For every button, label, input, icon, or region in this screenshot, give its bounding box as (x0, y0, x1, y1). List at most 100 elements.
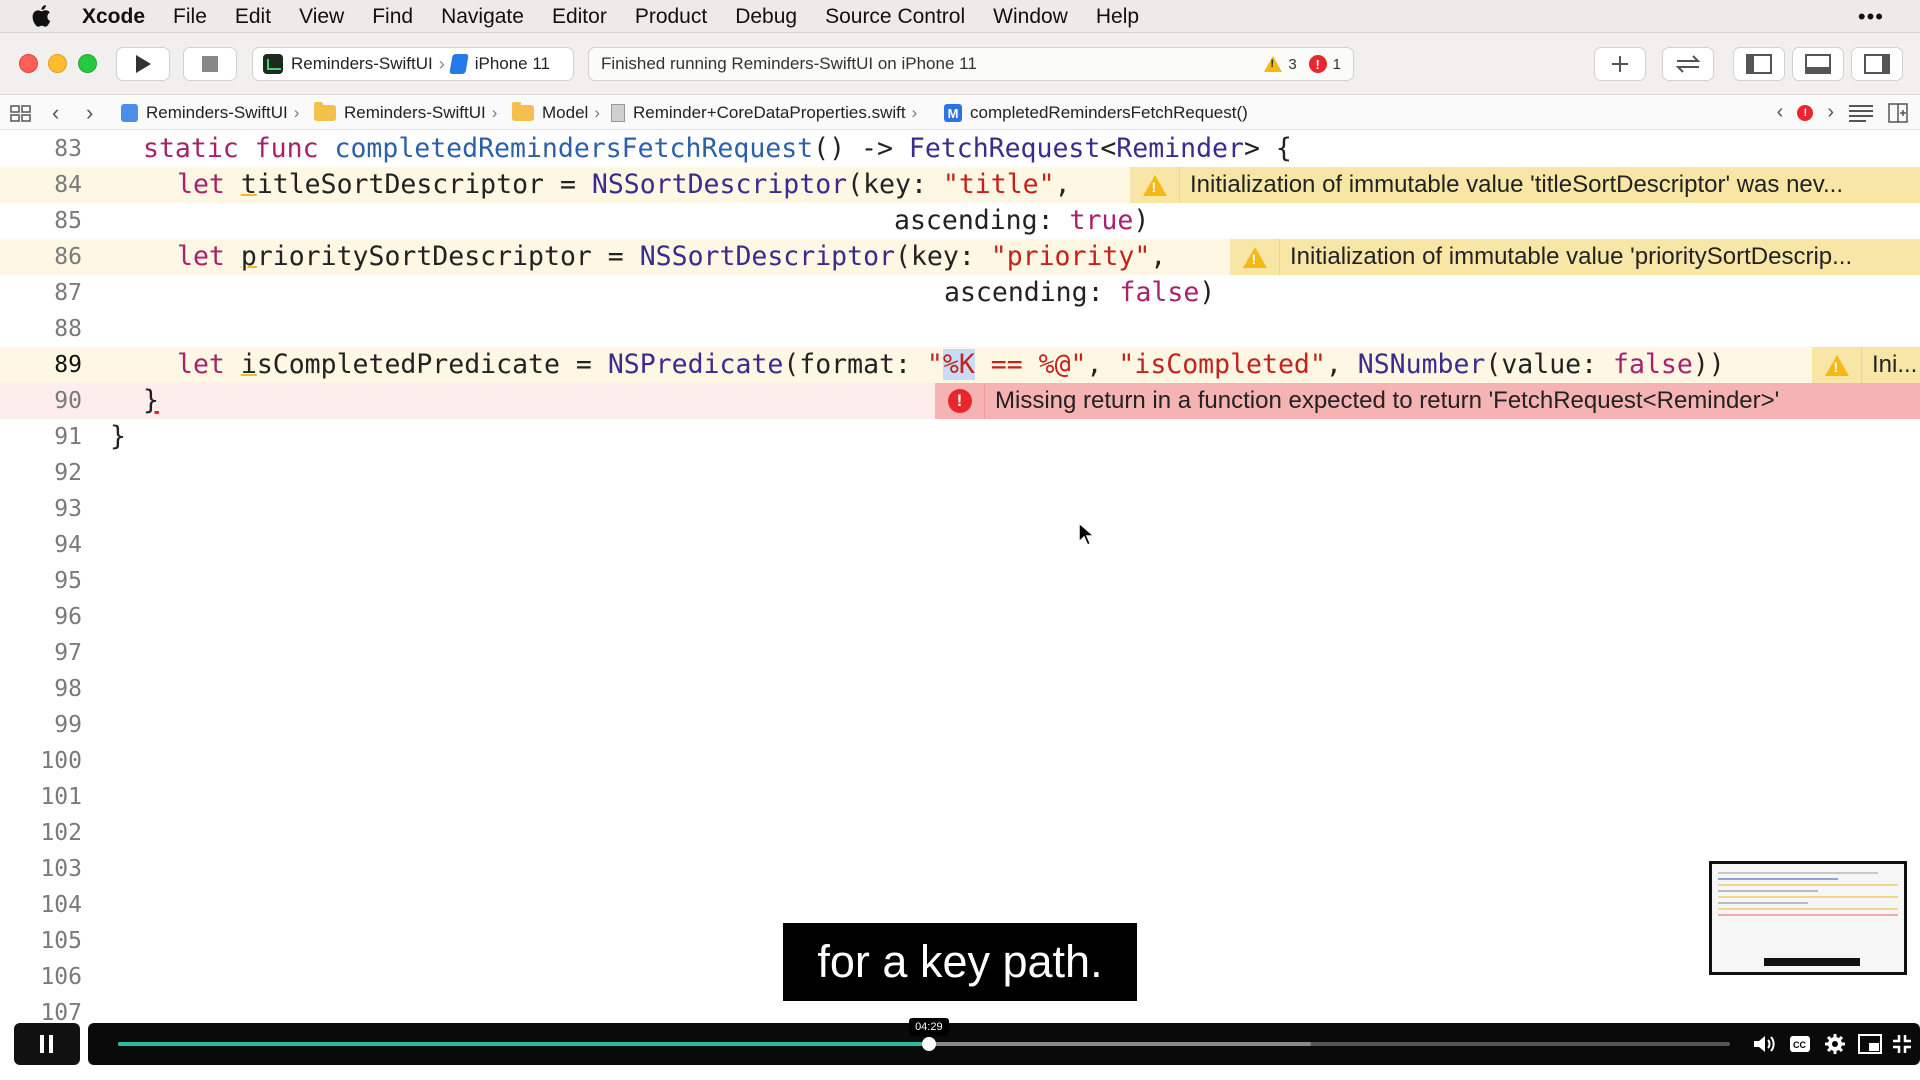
code-line[interactable]: 99 (0, 707, 1920, 743)
toggle-navigator-button[interactable] (1733, 47, 1785, 81)
breadcrumb-method[interactable]: M completedRemindersFetchRequest() (944, 103, 1248, 123)
chevron-right-icon: › (911, 103, 918, 122)
code-line[interactable]: 97 (0, 635, 1920, 671)
menu-edit[interactable]: Edit (235, 0, 271, 33)
menu-view[interactable]: View (299, 0, 344, 33)
closed-captions-icon[interactable]: CC (1788, 1032, 1812, 1056)
code-line[interactable]: 88 (0, 311, 1920, 347)
line-number: 93 (54, 496, 82, 522)
editor-options-icon[interactable] (1848, 104, 1874, 122)
menu-navigate[interactable]: Navigate (441, 0, 524, 33)
video-progress-bar[interactable]: 04:29 (118, 1018, 1730, 1051)
menu-bar: Xcode File Edit View Find Navigate Edito… (0, 0, 1920, 33)
code-line[interactable]: 100 (0, 743, 1920, 779)
exit-fullscreen-icon[interactable] (1890, 1032, 1914, 1056)
menu-product[interactable]: Product (635, 0, 707, 33)
close-window-button[interactable] (19, 54, 38, 73)
inline-warning-message[interactable]: Initialization of immutable value 'prior… (1230, 239, 1920, 275)
scheme-selector[interactable]: Reminders-SwiftUI › iPhone 11 (252, 47, 574, 81)
add-editor-icon[interactable] (1888, 102, 1908, 123)
more-menu-icon[interactable]: ••• (1858, 4, 1884, 30)
settings-gear-icon[interactable] (1823, 1032, 1847, 1056)
line-number-current: 89 (54, 352, 82, 378)
iphone-device-icon (448, 54, 469, 74)
line-number: 94 (54, 532, 82, 558)
stop-button[interactable] (183, 47, 237, 81)
code-line[interactable]: 92 (0, 455, 1920, 491)
menu-window[interactable]: Window (993, 0, 1068, 33)
code-line[interactable]: 103 (0, 851, 1920, 887)
menu-debug[interactable]: Debug (735, 0, 797, 33)
code-line-current[interactable]: 89 let isCompletedPredicate = NSPredicat… (0, 347, 1920, 383)
code-line[interactable]: 87 ascending: false) (0, 275, 1920, 311)
apple-menu-icon[interactable] (0, 4, 82, 28)
line-number: 98 (54, 676, 82, 702)
breadcrumb-group[interactable]: Reminders-SwiftUI › (314, 102, 497, 123)
inline-warning-message[interactable]: Initialization of immutable value 'title… (1130, 167, 1920, 203)
toggle-inspector-button[interactable] (1851, 47, 1903, 81)
library-button[interactable] (1594, 47, 1646, 81)
pause-icon (40, 1035, 53, 1053)
menu-file[interactable]: File (173, 0, 207, 33)
code-text: static func completedRemindersFetchReque… (143, 133, 1292, 164)
navigate-back-icon[interactable]: ‹ (52, 100, 59, 126)
swap-arrows-icon (1675, 55, 1701, 73)
code-text: let titleSortDescriptor = NSSortDescript… (177, 169, 1071, 200)
toggle-debug-area-button[interactable] (1792, 47, 1844, 81)
code-line[interactable]: 85 ascending: true) (0, 203, 1920, 239)
run-button[interactable] (116, 47, 170, 81)
code-line-error[interactable]: 90 } ! Missing return in a function expe… (0, 383, 1920, 419)
code-line[interactable]: 101 (0, 779, 1920, 815)
breadcrumb-project[interactable]: Reminders-SwiftUI › (121, 103, 299, 123)
menu-app-xcode[interactable]: Xcode (82, 0, 145, 33)
video-thumbnail-preview[interactable] (1709, 861, 1907, 975)
breadcrumb-file[interactable]: Reminder+CoreDataProperties.swift › (611, 103, 917, 123)
method-icon: M (944, 104, 962, 122)
picture-in-picture-icon[interactable] (1858, 1032, 1882, 1056)
breadcrumb-folder-model[interactable]: Model › (512, 102, 600, 123)
code-line[interactable]: 104 (0, 887, 1920, 923)
previous-issue-icon[interactable]: ‹ (1777, 101, 1784, 124)
right-panel-icon (1864, 54, 1890, 74)
code-line[interactable]: 94 (0, 527, 1920, 563)
jump-bar-tools: ‹ ! › (1777, 101, 1908, 124)
code-line[interactable]: 83 static func completedRemindersFetchRe… (0, 131, 1920, 167)
code-line[interactable]: 102 (0, 815, 1920, 851)
zoom-window-button[interactable] (78, 54, 97, 73)
code-line[interactable]: 95 (0, 563, 1920, 599)
line-number: 92 (54, 460, 82, 486)
code-line[interactable]: 96 (0, 599, 1920, 635)
line-number: 87 (54, 280, 82, 306)
code-line-warning[interactable]: 86 let prioritySortDescriptor = NSSortDe… (0, 239, 1920, 275)
minimize-window-button[interactable] (48, 54, 67, 73)
menu-source-control[interactable]: Source Control (825, 0, 965, 33)
inline-warning-message[interactable]: Ini... (1812, 347, 1920, 383)
volume-icon[interactable] (1752, 1032, 1776, 1056)
breadcrumb-label: Reminder+CoreDataProperties.swift (633, 103, 906, 122)
menu-find[interactable]: Find (372, 0, 413, 33)
next-issue-icon[interactable]: › (1827, 101, 1834, 124)
code-text: let isCompletedPredicate = NSPredicate(f… (177, 349, 1725, 380)
seek-handle[interactable] (921, 1037, 936, 1051)
code-line[interactable]: 98 (0, 671, 1920, 707)
menu-help[interactable]: Help (1096, 0, 1139, 33)
device-name[interactable]: iPhone 11 (475, 54, 550, 74)
line-number: 102 (40, 820, 82, 846)
code-line-warning[interactable]: 84 let titleSortDescriptor = NSSortDescr… (0, 167, 1920, 203)
code-text: let prioritySortDescriptor = NSSortDescr… (177, 241, 1167, 272)
navigate-forward-icon[interactable]: › (86, 100, 93, 126)
code-line[interactable]: 93 (0, 491, 1920, 527)
time-tooltip: 04:29 (908, 1018, 949, 1036)
related-items-grid-icon[interactable] (10, 105, 32, 123)
warning-count: 3 (1288, 55, 1297, 73)
line-number: 84 (54, 172, 82, 198)
issue-counts[interactable]: 3 ! 1 (1264, 55, 1341, 73)
code-review-button[interactable] (1662, 47, 1714, 81)
pause-button[interactable] (14, 1023, 80, 1065)
folder-icon (314, 102, 336, 121)
issue-error-icon[interactable]: ! (1797, 104, 1814, 121)
code-line[interactable]: 91 } (0, 419, 1920, 455)
inline-error-message[interactable]: ! Missing return in a function expected … (935, 383, 1920, 419)
menu-editor[interactable]: Editor (552, 0, 607, 33)
breadcrumb-label: completedRemindersFetchRequest() (970, 103, 1248, 122)
